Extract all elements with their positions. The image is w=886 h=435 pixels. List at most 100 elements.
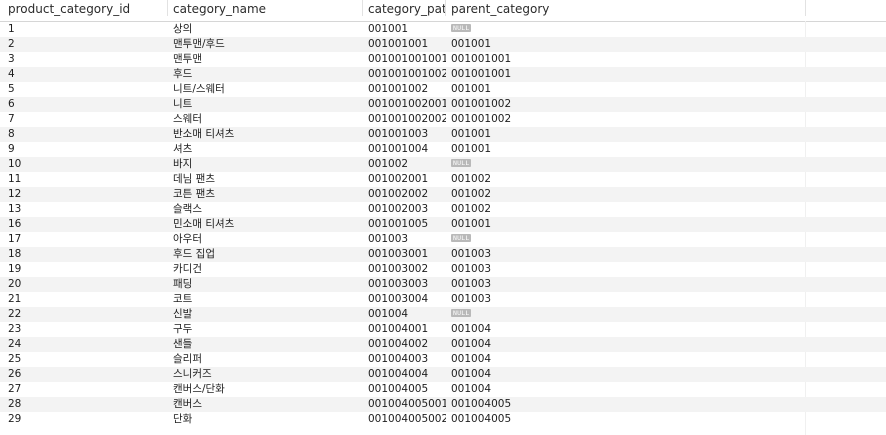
table-row[interactable]: 1 상의 001001 NULL [0,22,886,37]
table-row[interactable]: 7 스웨터 001001002002 001001002 [0,112,886,127]
cell-category-name[interactable]: 맨투맨/후드 [167,37,364,52]
cell-product-category-id[interactable]: 8 [2,127,168,142]
cell-parent-category[interactable]: 001002 [445,172,805,187]
cell-category-name[interactable]: 캔버스/단화 [167,382,364,397]
cell-category-name[interactable]: 샌들 [167,337,364,352]
cell-category-path[interactable]: 001002 [362,157,446,172]
cell-product-category-id[interactable]: 6 [2,97,168,112]
cell-product-category-id[interactable]: 2 [2,37,168,52]
cell-category-path[interactable]: 001004 [362,307,446,322]
cell-category-path[interactable]: 001004002 [362,337,446,352]
cell-product-category-id[interactable]: 3 [2,52,168,67]
cell-parent-category[interactable]: 001003 [445,247,805,262]
cell-category-name[interactable]: 민소매 티셔츠 [167,217,364,232]
cell-parent-category[interactable]: 001002 [445,187,805,202]
cell-product-category-id[interactable]: 4 [2,67,168,82]
cell-category-name[interactable]: 후드 집업 [167,247,364,262]
cell-category-name[interactable]: 바지 [167,157,364,172]
cell-category-path[interactable]: 001002002 [362,187,446,202]
cell-parent-category[interactable]: NULL [445,307,805,322]
column-header-category-name[interactable]: category_name [167,0,364,21]
column-header-parent-category[interactable]: parent_category [445,0,805,21]
cell-parent-category[interactable]: 001003 [445,277,805,292]
table-row[interactable]: 27 캔버스/단화 001004005 001004 [0,382,886,397]
cell-product-category-id[interactable]: 10 [2,157,168,172]
table-row[interactable]: 2 맨투맨/후드 001001001 001001 [0,37,886,52]
table-row[interactable]: 8 반소매 티셔츠 001001003 001001 [0,127,886,142]
cell-parent-category[interactable]: 001002 [445,202,805,217]
table-row[interactable]: 12 코튼 팬츠 001002002 001002 [0,187,886,202]
cell-category-path[interactable]: 001001002 [362,82,446,97]
table-row[interactable]: 20 패딩 001003003 001003 [0,277,886,292]
cell-category-path[interactable]: 001003 [362,232,446,247]
cell-category-name[interactable]: 상의 [167,22,364,37]
cell-product-category-id[interactable]: 13 [2,202,168,217]
cell-category-path[interactable]: 001001003 [362,127,446,142]
cell-category-name[interactable]: 구두 [167,322,364,337]
cell-product-category-id[interactable]: 23 [2,322,168,337]
cell-category-name[interactable]: 스웨터 [167,112,364,127]
cell-category-path[interactable]: 001004003 [362,352,446,367]
table-row[interactable]: 25 슬리퍼 001004003 001004 [0,352,886,367]
table-row[interactable]: 10 바지 001002 NULL [0,157,886,172]
cell-category-name[interactable]: 셔츠 [167,142,364,157]
cell-parent-category[interactable]: 001003 [445,262,805,277]
cell-category-path[interactable]: 001003003 [362,277,446,292]
cell-category-name[interactable]: 슬리퍼 [167,352,364,367]
cell-category-path[interactable]: 001001001001 [362,52,446,67]
cell-category-name[interactable]: 캔버스 [167,397,364,412]
cell-product-category-id[interactable]: 7 [2,112,168,127]
cell-parent-category[interactable]: 001001 [445,37,805,52]
cell-product-category-id[interactable]: 24 [2,337,168,352]
cell-parent-category[interactable]: 001004005 [445,412,805,427]
cell-category-name[interactable]: 데님 팬츠 [167,172,364,187]
cell-category-name[interactable]: 단화 [167,412,364,427]
cell-category-path[interactable]: 001002003 [362,202,446,217]
cell-category-name[interactable]: 후드 [167,67,364,82]
cell-product-category-id[interactable]: 12 [2,187,168,202]
cell-category-path[interactable]: 001003001 [362,247,446,262]
cell-category-name[interactable]: 니트 [167,97,364,112]
cell-category-name[interactable]: 슬랙스 [167,202,364,217]
cell-category-name[interactable]: 아우터 [167,232,364,247]
cell-product-category-id[interactable]: 29 [2,412,168,427]
cell-product-category-id[interactable]: 1 [2,22,168,37]
cell-category-name[interactable]: 패딩 [167,277,364,292]
cell-category-name[interactable]: 코튼 팬츠 [167,187,364,202]
column-header-product-category-id[interactable]: product_category_id [2,0,168,21]
table-row[interactable]: 28 캔버스 001004005001 001004005 [0,397,886,412]
cell-category-path[interactable]: 001001002001 [362,97,446,112]
cell-product-category-id[interactable]: 11 [2,172,168,187]
cell-parent-category[interactable]: 001001 [445,82,805,97]
table-row[interactable]: 26 스니커즈 001004004 001004 [0,367,886,382]
table-row[interactable]: 23 구두 001004001 001004 [0,322,886,337]
table-row[interactable]: 17 아우터 001003 NULL [0,232,886,247]
cell-product-category-id[interactable]: 22 [2,307,168,322]
cell-product-category-id[interactable]: 16 [2,217,168,232]
column-header-category-path[interactable]: category_path [362,0,446,21]
cell-parent-category[interactable]: 001001002 [445,97,805,112]
cell-product-category-id[interactable]: 25 [2,352,168,367]
cell-product-category-id[interactable]: 17 [2,232,168,247]
cell-parent-category[interactable]: 001001 [445,142,805,157]
table-row[interactable]: 9 셔츠 001001004 001001 [0,142,886,157]
cell-category-path[interactable]: 001004005001 [362,397,446,412]
cell-parent-category[interactable]: NULL [445,232,805,247]
cell-parent-category[interactable]: 001003 [445,292,805,307]
cell-product-category-id[interactable]: 18 [2,247,168,262]
cell-parent-category[interactable]: 001004 [445,367,805,382]
table-row[interactable]: 11 데님 팬츠 001002001 001002 [0,172,886,187]
cell-parent-category[interactable]: 001004 [445,322,805,337]
cell-category-path[interactable]: 001001001002 [362,67,446,82]
table-row[interactable]: 18 후드 집업 001003001 001003 [0,247,886,262]
cell-category-path[interactable]: 001001005 [362,217,446,232]
cell-category-path[interactable]: 001004005002 [362,412,446,427]
cell-category-path[interactable]: 001001001 [362,37,446,52]
cell-parent-category[interactable]: 001001 [445,127,805,142]
table-row[interactable]: 16 민소매 티셔츠 001001005 001001 [0,217,886,232]
cell-category-name[interactable]: 맨투맨 [167,52,364,67]
cell-category-name[interactable]: 니트/스웨터 [167,82,364,97]
cell-product-category-id[interactable]: 20 [2,277,168,292]
cell-product-category-id[interactable]: 5 [2,82,168,97]
cell-category-path[interactable]: 001004005 [362,382,446,397]
